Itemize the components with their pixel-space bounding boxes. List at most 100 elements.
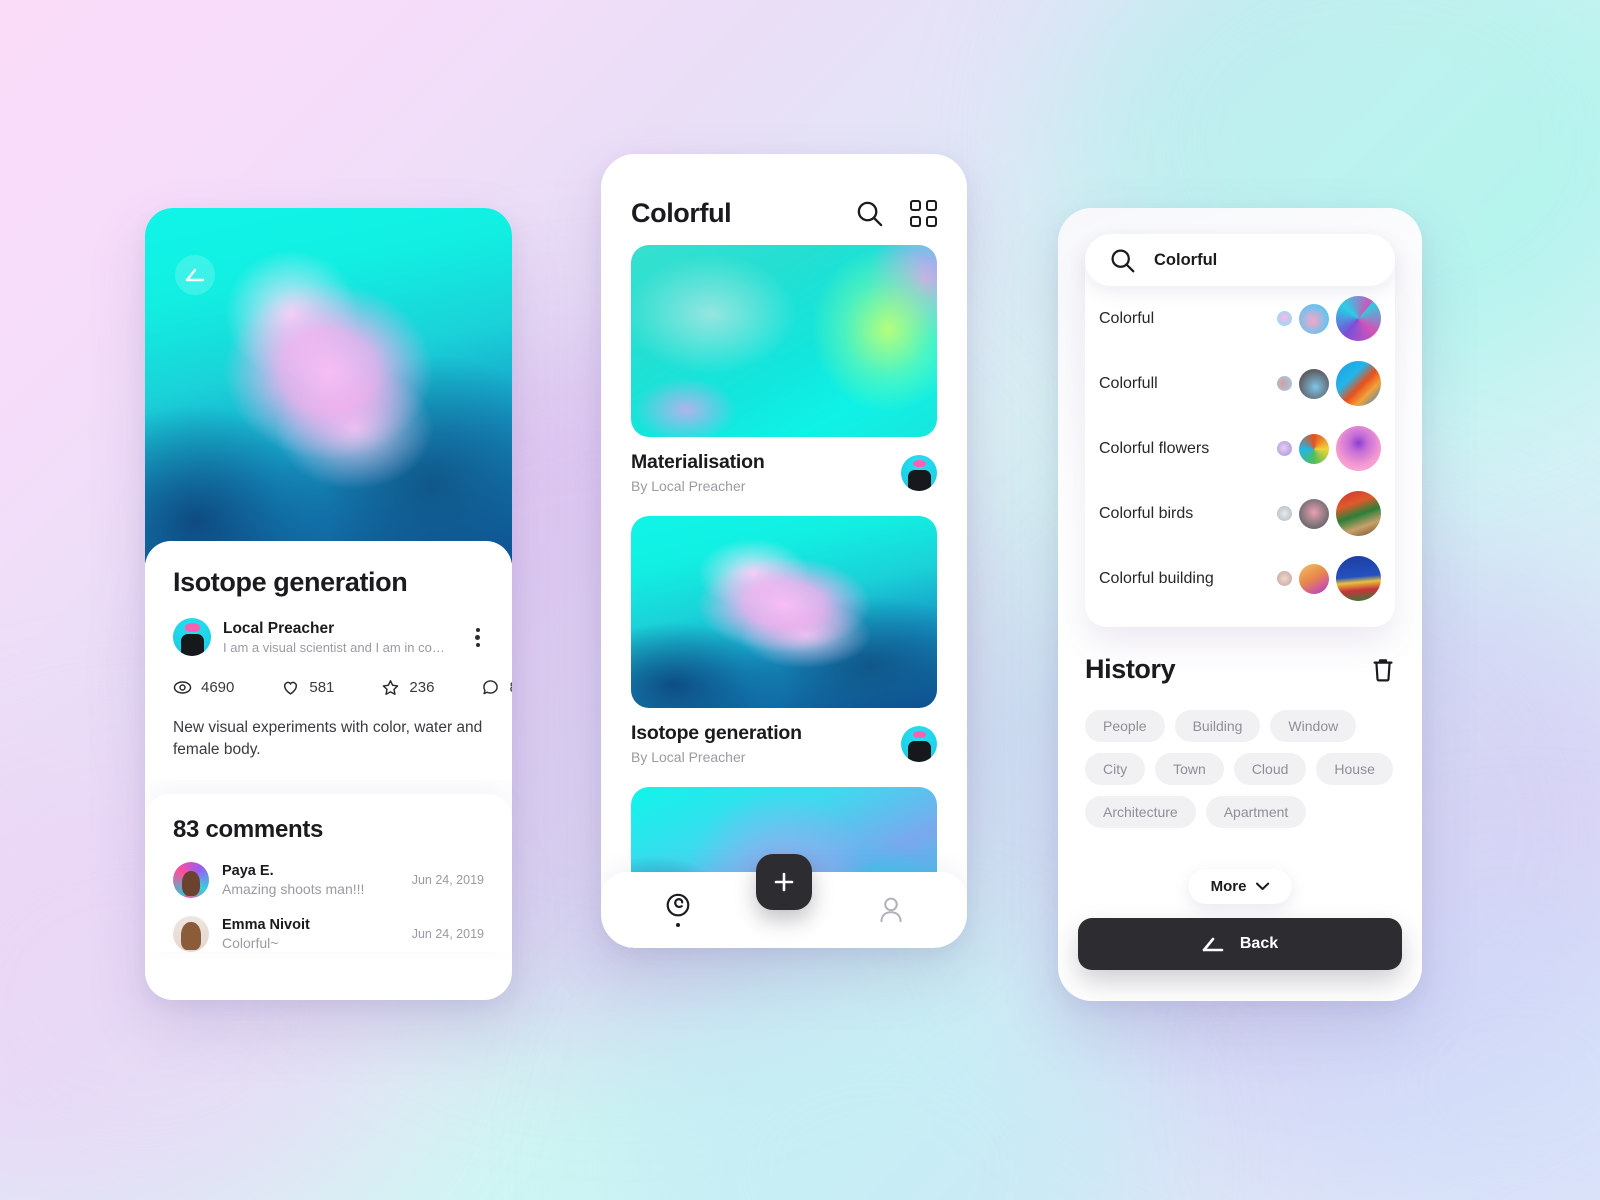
thumb-icon — [1299, 303, 1329, 334]
star-icon — [383, 680, 399, 695]
feed-header: Colorful — [601, 154, 967, 245]
thumb-icon — [1277, 311, 1292, 326]
history-tag[interactable]: Window — [1270, 710, 1357, 742]
history-tag[interactable]: Cloud — [1233, 753, 1307, 785]
thumb-icon — [1277, 441, 1292, 456]
search-icon[interactable] — [855, 199, 884, 228]
detail-sheet: Isotope generation Local Preacher I am a… — [145, 541, 512, 780]
history-tag[interactable]: People — [1085, 710, 1165, 742]
stat-likes[interactable]: 581 — [281, 678, 334, 697]
suggestion-row[interactable]: Colorful building — [1085, 546, 1395, 611]
more-label: More — [1210, 878, 1247, 895]
feed-card[interactable]: Isotope generation By Local Preacher — [631, 516, 937, 765]
feed-card-meta: Materialisation By Local Preacher — [631, 451, 937, 494]
feed-list: Materialisation By Local Preacher Isotop… — [601, 245, 967, 948]
suggestion-thumbs — [1277, 296, 1381, 341]
back-arrow-icon — [185, 268, 205, 282]
thumb-icon — [1277, 571, 1292, 586]
author-bio: I am a visual scientist and I am in co… — [223, 639, 445, 655]
grid-view-icon[interactable] — [910, 200, 937, 227]
feed-card[interactable]: Materialisation By Local Preacher — [631, 245, 937, 494]
feed-card-text: Isotope generation By Local Preacher — [631, 722, 802, 765]
back-button[interactable] — [175, 255, 215, 295]
thumb-icon — [1299, 498, 1329, 529]
comment-text: Amazing shoots man!!! — [222, 880, 365, 897]
stat-value: 83 — [509, 679, 512, 696]
grid-cell — [910, 216, 921, 227]
history-tag[interactable]: Architecture — [1085, 796, 1196, 828]
comments-section: 83 comments Paya E. Amazing shoots man!!… — [145, 793, 512, 952]
comment-body: Emma Nivoit Colorful~ — [222, 917, 399, 951]
comment-author: Paya E. — [222, 862, 274, 879]
author-meta: Local Preacher I am a visual scientist a… — [223, 620, 459, 655]
avatar[interactable] — [173, 618, 211, 656]
history-header: History — [1085, 654, 1395, 685]
avatar[interactable] — [173, 915, 209, 952]
feed-artwork[interactable] — [631, 516, 937, 708]
suggestion-thumbs — [1277, 491, 1381, 536]
stat-favorites[interactable]: 236 — [381, 678, 434, 697]
stat-views[interactable]: 4690 — [173, 678, 234, 697]
background-blob — [620, 960, 1140, 1200]
feed-card-title: Isotope generation — [631, 722, 802, 744]
search-value: Colorful — [1154, 250, 1218, 269]
stat-value: 4690 — [201, 679, 235, 696]
search-input[interactable]: Colorful — [1085, 234, 1395, 286]
comment-body: Paya E. Amazing shoots man!!! — [222, 863, 399, 897]
feed-card-text: Materialisation By Local Preacher — [631, 451, 765, 494]
chevron-down-icon — [1255, 882, 1270, 890]
thumb-icon — [1336, 556, 1381, 601]
search-screen: Colorful Colorful Colorfull Colorful flo… — [1058, 208, 1422, 1001]
add-button[interactable] — [756, 854, 812, 910]
stats-row: 4690 581 236 — [173, 678, 512, 697]
section-title: History — [1085, 654, 1176, 684]
feed-artwork[interactable] — [631, 245, 937, 437]
stat-value: 236 — [409, 679, 435, 696]
grid-cell — [910, 200, 921, 211]
more-button[interactable]: More — [1188, 869, 1292, 904]
tab-profile[interactable] — [877, 895, 905, 925]
history-tag[interactable]: Town — [1155, 753, 1224, 785]
comment-item[interactable]: Paya E. Amazing shoots man!!! Jun 24, 20… — [173, 861, 484, 898]
feed-card-title: Materialisation — [631, 451, 765, 473]
avatar[interactable] — [901, 454, 937, 491]
description: New visual experiments with color, water… — [173, 719, 483, 759]
thumb-icon — [1299, 368, 1329, 399]
page-title: Colorful — [631, 198, 732, 228]
suggestion-thumbs — [1277, 426, 1381, 471]
suggestion-label: Colorful — [1099, 309, 1155, 327]
suggestion-thumbs — [1277, 361, 1381, 406]
avatar[interactable] — [901, 725, 937, 762]
suggestion-row[interactable]: Colorful flowers — [1085, 416, 1395, 481]
avatar[interactable] — [173, 861, 209, 898]
eye-icon — [173, 681, 192, 694]
stat-value: 581 — [309, 679, 335, 696]
suggestion-label: Colorful building — [1099, 569, 1214, 587]
search-icon — [1111, 248, 1135, 272]
stat-comments[interactable]: 83 — [481, 678, 512, 697]
suggestion-row[interactable]: Colorfull — [1085, 351, 1395, 416]
history-tag[interactable]: City — [1085, 753, 1146, 785]
comment-item[interactable]: Emma Nivoit Colorful~ Jun 24, 2019 — [173, 915, 484, 952]
history-tag[interactable]: House — [1316, 753, 1393, 785]
grid-cell — [926, 200, 937, 211]
trash-icon[interactable] — [1371, 657, 1395, 683]
back-button[interactable]: Back — [1078, 918, 1402, 970]
suggestion-thumbs — [1277, 556, 1381, 601]
kebab-dot — [475, 634, 480, 640]
thumb-icon — [1336, 361, 1381, 406]
feed-screen: Colorful Materialisation By Local Preach… — [601, 154, 967, 948]
thumb-icon — [1299, 563, 1329, 594]
history-tag[interactable]: Building — [1174, 710, 1261, 742]
tab-home[interactable] — [663, 892, 693, 928]
kebab-dot — [475, 627, 480, 632]
suggestion-row[interactable]: Colorful birds — [1085, 481, 1395, 546]
suggestion-label: Colorful flowers — [1099, 439, 1210, 457]
thumb-icon — [1299, 433, 1329, 464]
thumb-icon — [1336, 491, 1381, 536]
history-tag[interactable]: Apartment — [1205, 796, 1307, 828]
author-row[interactable]: Local Preacher I am a visual scientist a… — [173, 618, 484, 656]
kebab-menu-icon[interactable] — [471, 622, 484, 653]
plus-icon — [774, 872, 794, 892]
suggestion-row[interactable]: Colorful — [1085, 286, 1395, 351]
